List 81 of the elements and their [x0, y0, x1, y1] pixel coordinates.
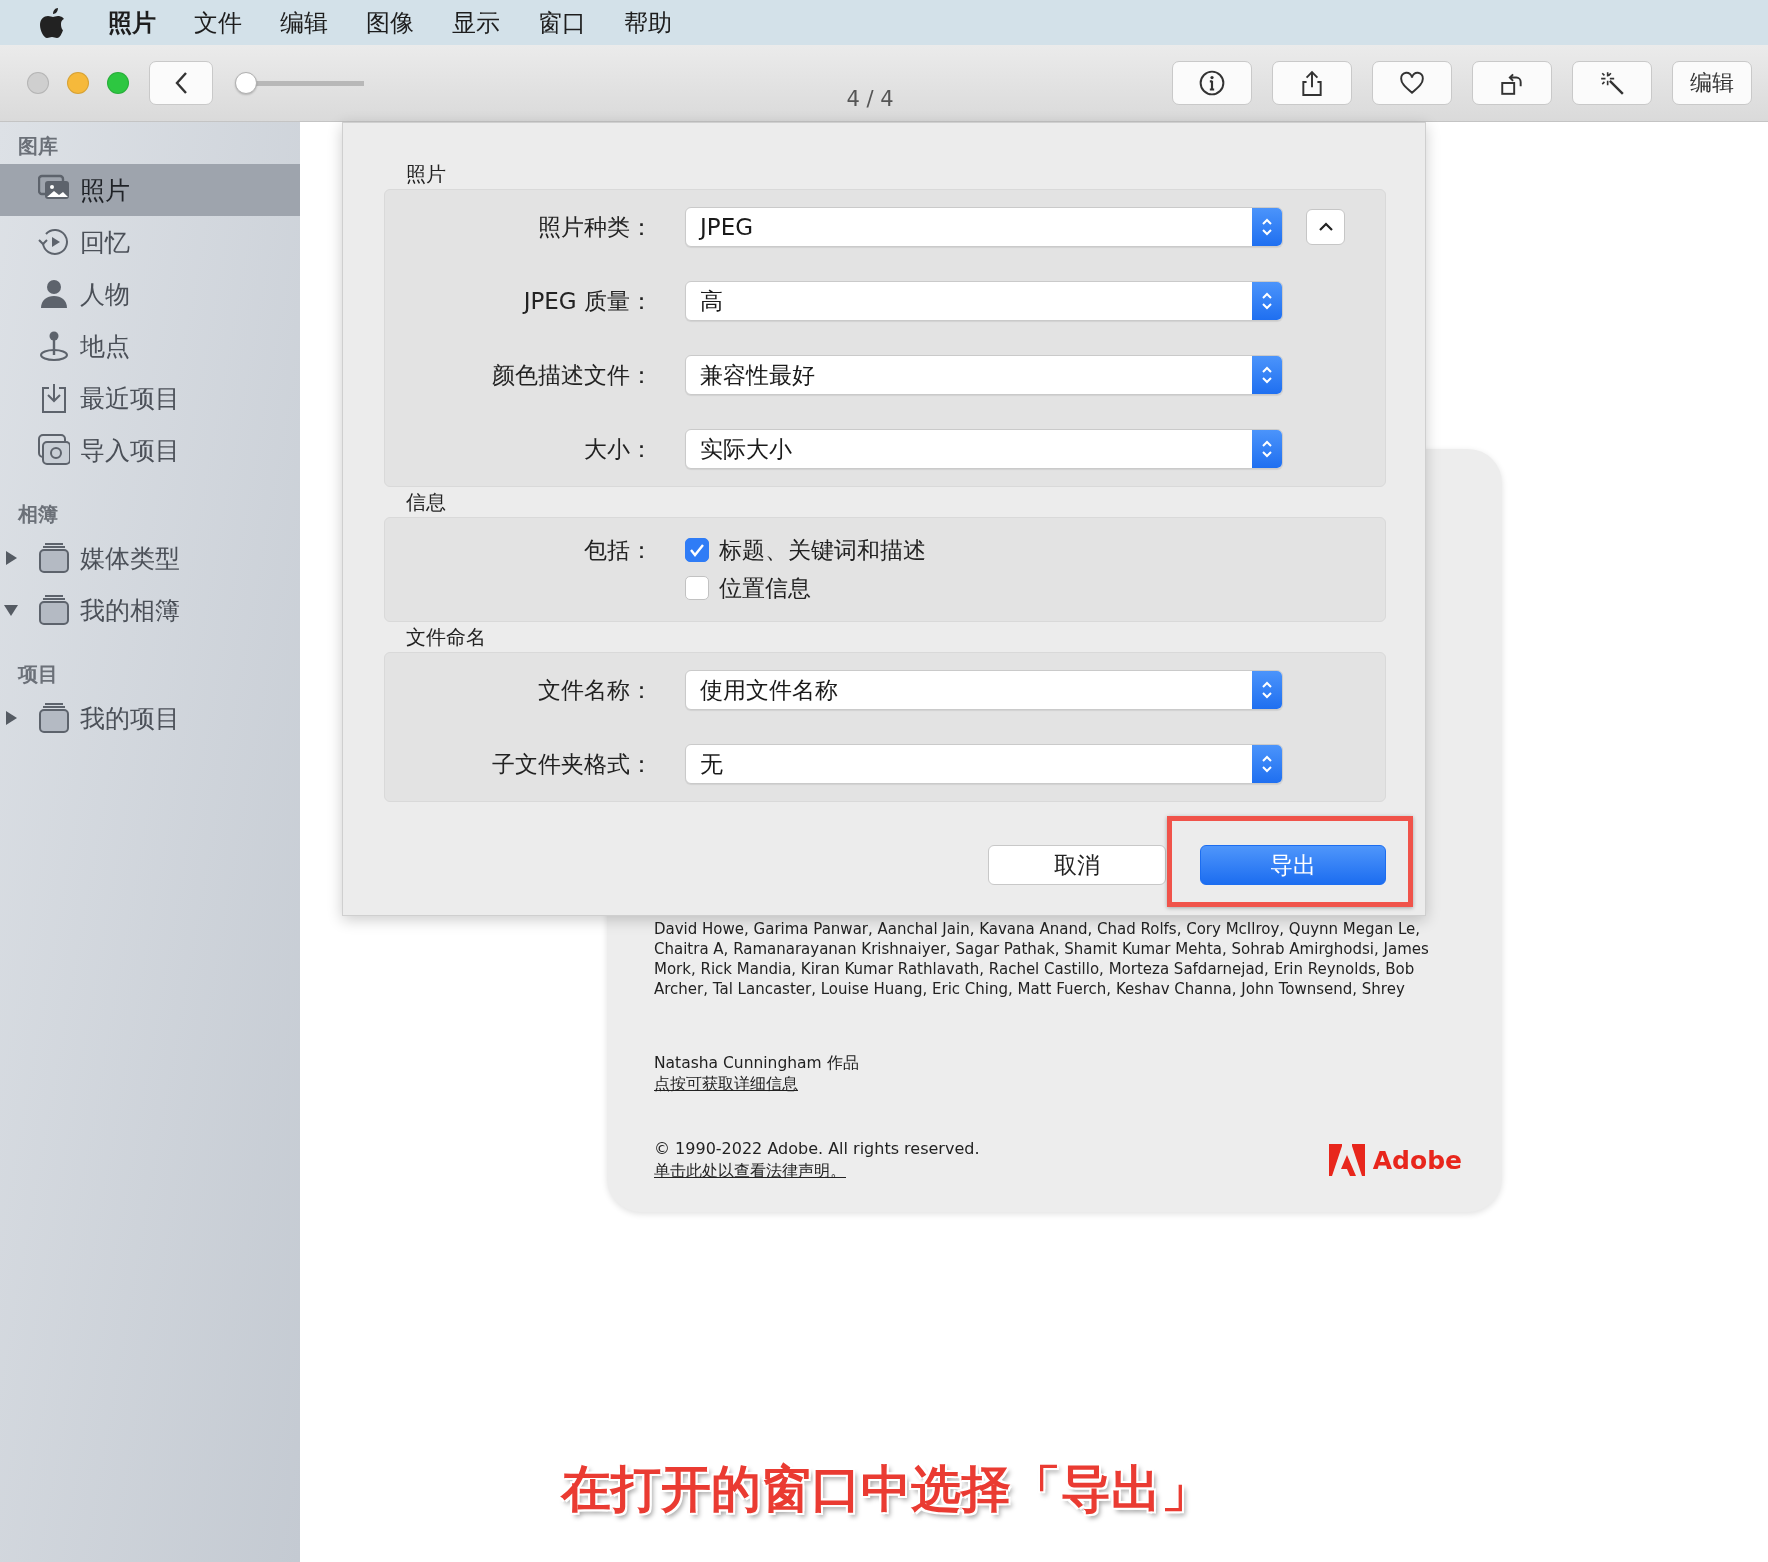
cancel-button[interactable]: 取消	[988, 845, 1166, 885]
legal-link[interactable]: 单击此处以查看法律声明。	[654, 1162, 846, 1180]
heart-icon	[1399, 70, 1425, 96]
sidebar-item[interactable]: 我的相簿	[0, 584, 300, 636]
share-icon	[1299, 70, 1325, 96]
album-stack-icon	[38, 702, 70, 734]
checkbox[interactable]	[685, 576, 709, 600]
sidebar-item[interactable]: 媒体类型	[0, 532, 300, 584]
enhance-button[interactable]	[1572, 61, 1652, 105]
popup-button[interactable]: 无	[685, 744, 1283, 784]
section-header: 项目	[16, 661, 59, 688]
menu-item[interactable]: 窗口	[538, 6, 586, 39]
popup-button[interactable]: JPEG	[685, 207, 1283, 247]
section-title: 照片	[405, 161, 447, 188]
info-icon	[1199, 70, 1225, 96]
copyright-text: © 1990-2022 Adobe. All rights reserved.	[654, 1138, 980, 1160]
favorite-button[interactable]	[1372, 61, 1452, 105]
sidebar-item[interactable]: 我的项目	[0, 692, 300, 744]
person-icon	[38, 278, 70, 310]
export-button[interactable]: 导出	[1200, 845, 1386, 885]
sidebar-item[interactable]: 地点	[0, 320, 300, 372]
zoom-button[interactable]	[107, 72, 129, 94]
menu-item[interactable]: 编辑	[280, 6, 328, 39]
pin-icon	[38, 330, 70, 362]
rotate-button[interactable]	[1472, 61, 1552, 105]
collapse-button[interactable]	[1306, 209, 1345, 245]
menu-item[interactable]: 帮助	[624, 6, 672, 39]
adobe-logo-icon	[1328, 1144, 1365, 1176]
field-label: 文件名称：	[537, 675, 653, 705]
field-label: 颜色描述文件：	[491, 360, 653, 390]
apple-logo-icon	[40, 7, 66, 38]
caption-text: 在打开的窗口中选择「导出」	[559, 1459, 1211, 1520]
album-stack-icon	[38, 594, 70, 626]
credits-text: David Howe, Garima Panwar, Aanchal Jain, Kavana Anand, Chad Rolfs, Cory McIlroy, Quynn Megan Le, Chaitra A, Ramanarayanan Krishnaiyer, Sagar Pathak, Shamit Kumar Mehta, Sohrab Amirghodsi, James Mork, Rick Mandia, Kiran Kumar Rathlavath, Rachel Castillo, Morteza Safdarnejad, Erin Reynolds, Bob Archer, Tal Lancaster, Louise Huang, Eric Ching, Matt Fuerch, Keshav Channa, John Townsend, Shrey	[654, 919, 1430, 999]
updown-chevron-icon	[1260, 216, 1274, 238]
popup-button[interactable]: 实际大小	[685, 429, 1283, 469]
field-label: JPEG 质量：	[521, 286, 653, 316]
photo-counter: 4 / 4	[846, 87, 894, 111]
sidebar-item[interactable]: 最近项目	[0, 372, 300, 424]
field-label: 包括：	[583, 536, 653, 565]
album-stack-icon	[38, 542, 70, 574]
back-button[interactable]	[149, 61, 213, 105]
field-label: 子文件夹格式：	[491, 749, 653, 779]
edit-button[interactable]: 编辑	[1672, 61, 1752, 105]
sidebar-item[interactable]: 照片	[0, 164, 300, 216]
menu-item[interactable]: 文件	[194, 6, 242, 39]
section-header: 相簿	[16, 501, 59, 528]
info-button[interactable]	[1172, 61, 1252, 105]
camera-icon	[38, 434, 70, 466]
chevron-left-icon	[174, 71, 188, 95]
updown-chevron-icon	[1260, 364, 1274, 386]
field-label: 照片种类：	[537, 212, 653, 242]
menu-item[interactable]: 图像	[366, 6, 414, 39]
author-text: Natasha Cunningham 作品	[654, 1053, 859, 1073]
updown-chevron-icon	[1260, 290, 1274, 312]
checkbox[interactable]	[685, 538, 709, 562]
checkbox-label[interactable]: 标题、关键词和描述	[719, 534, 926, 566]
popup-button[interactable]: 高	[685, 281, 1283, 321]
sidebar-item[interactable]: 人物	[0, 268, 300, 320]
chevron-up-icon	[1317, 222, 1334, 232]
updown-chevron-icon	[1260, 438, 1274, 460]
field-label: 大小：	[583, 434, 653, 464]
menu-item[interactable]: 照片	[108, 6, 156, 39]
brand-name: Adobe	[1372, 1145, 1462, 1175]
memories-icon	[38, 226, 70, 258]
checkmark-icon	[689, 543, 705, 557]
section-title: 信息	[405, 489, 447, 516]
section-title: 文件命名	[405, 624, 487, 651]
popup-button[interactable]: 使用文件名称	[685, 670, 1283, 710]
menu-item[interactable]: 显示	[452, 6, 500, 39]
updown-chevron-icon	[1260, 679, 1274, 701]
share-button[interactable]	[1272, 61, 1352, 105]
sidebar-item[interactable]: 回忆	[0, 216, 300, 268]
details-link[interactable]: 点按可获取详细信息	[654, 1073, 798, 1095]
checkbox-label[interactable]: 位置信息	[719, 572, 811, 604]
sidebar-item[interactable]: 导入项目	[0, 424, 300, 476]
magic-wand-icon	[1599, 70, 1625, 96]
updown-chevron-icon	[1260, 753, 1274, 775]
slider-thumb[interactable]	[235, 72, 257, 94]
popup-button[interactable]: 兼容性最好	[685, 355, 1283, 395]
section-header: 图库	[17, 133, 59, 160]
